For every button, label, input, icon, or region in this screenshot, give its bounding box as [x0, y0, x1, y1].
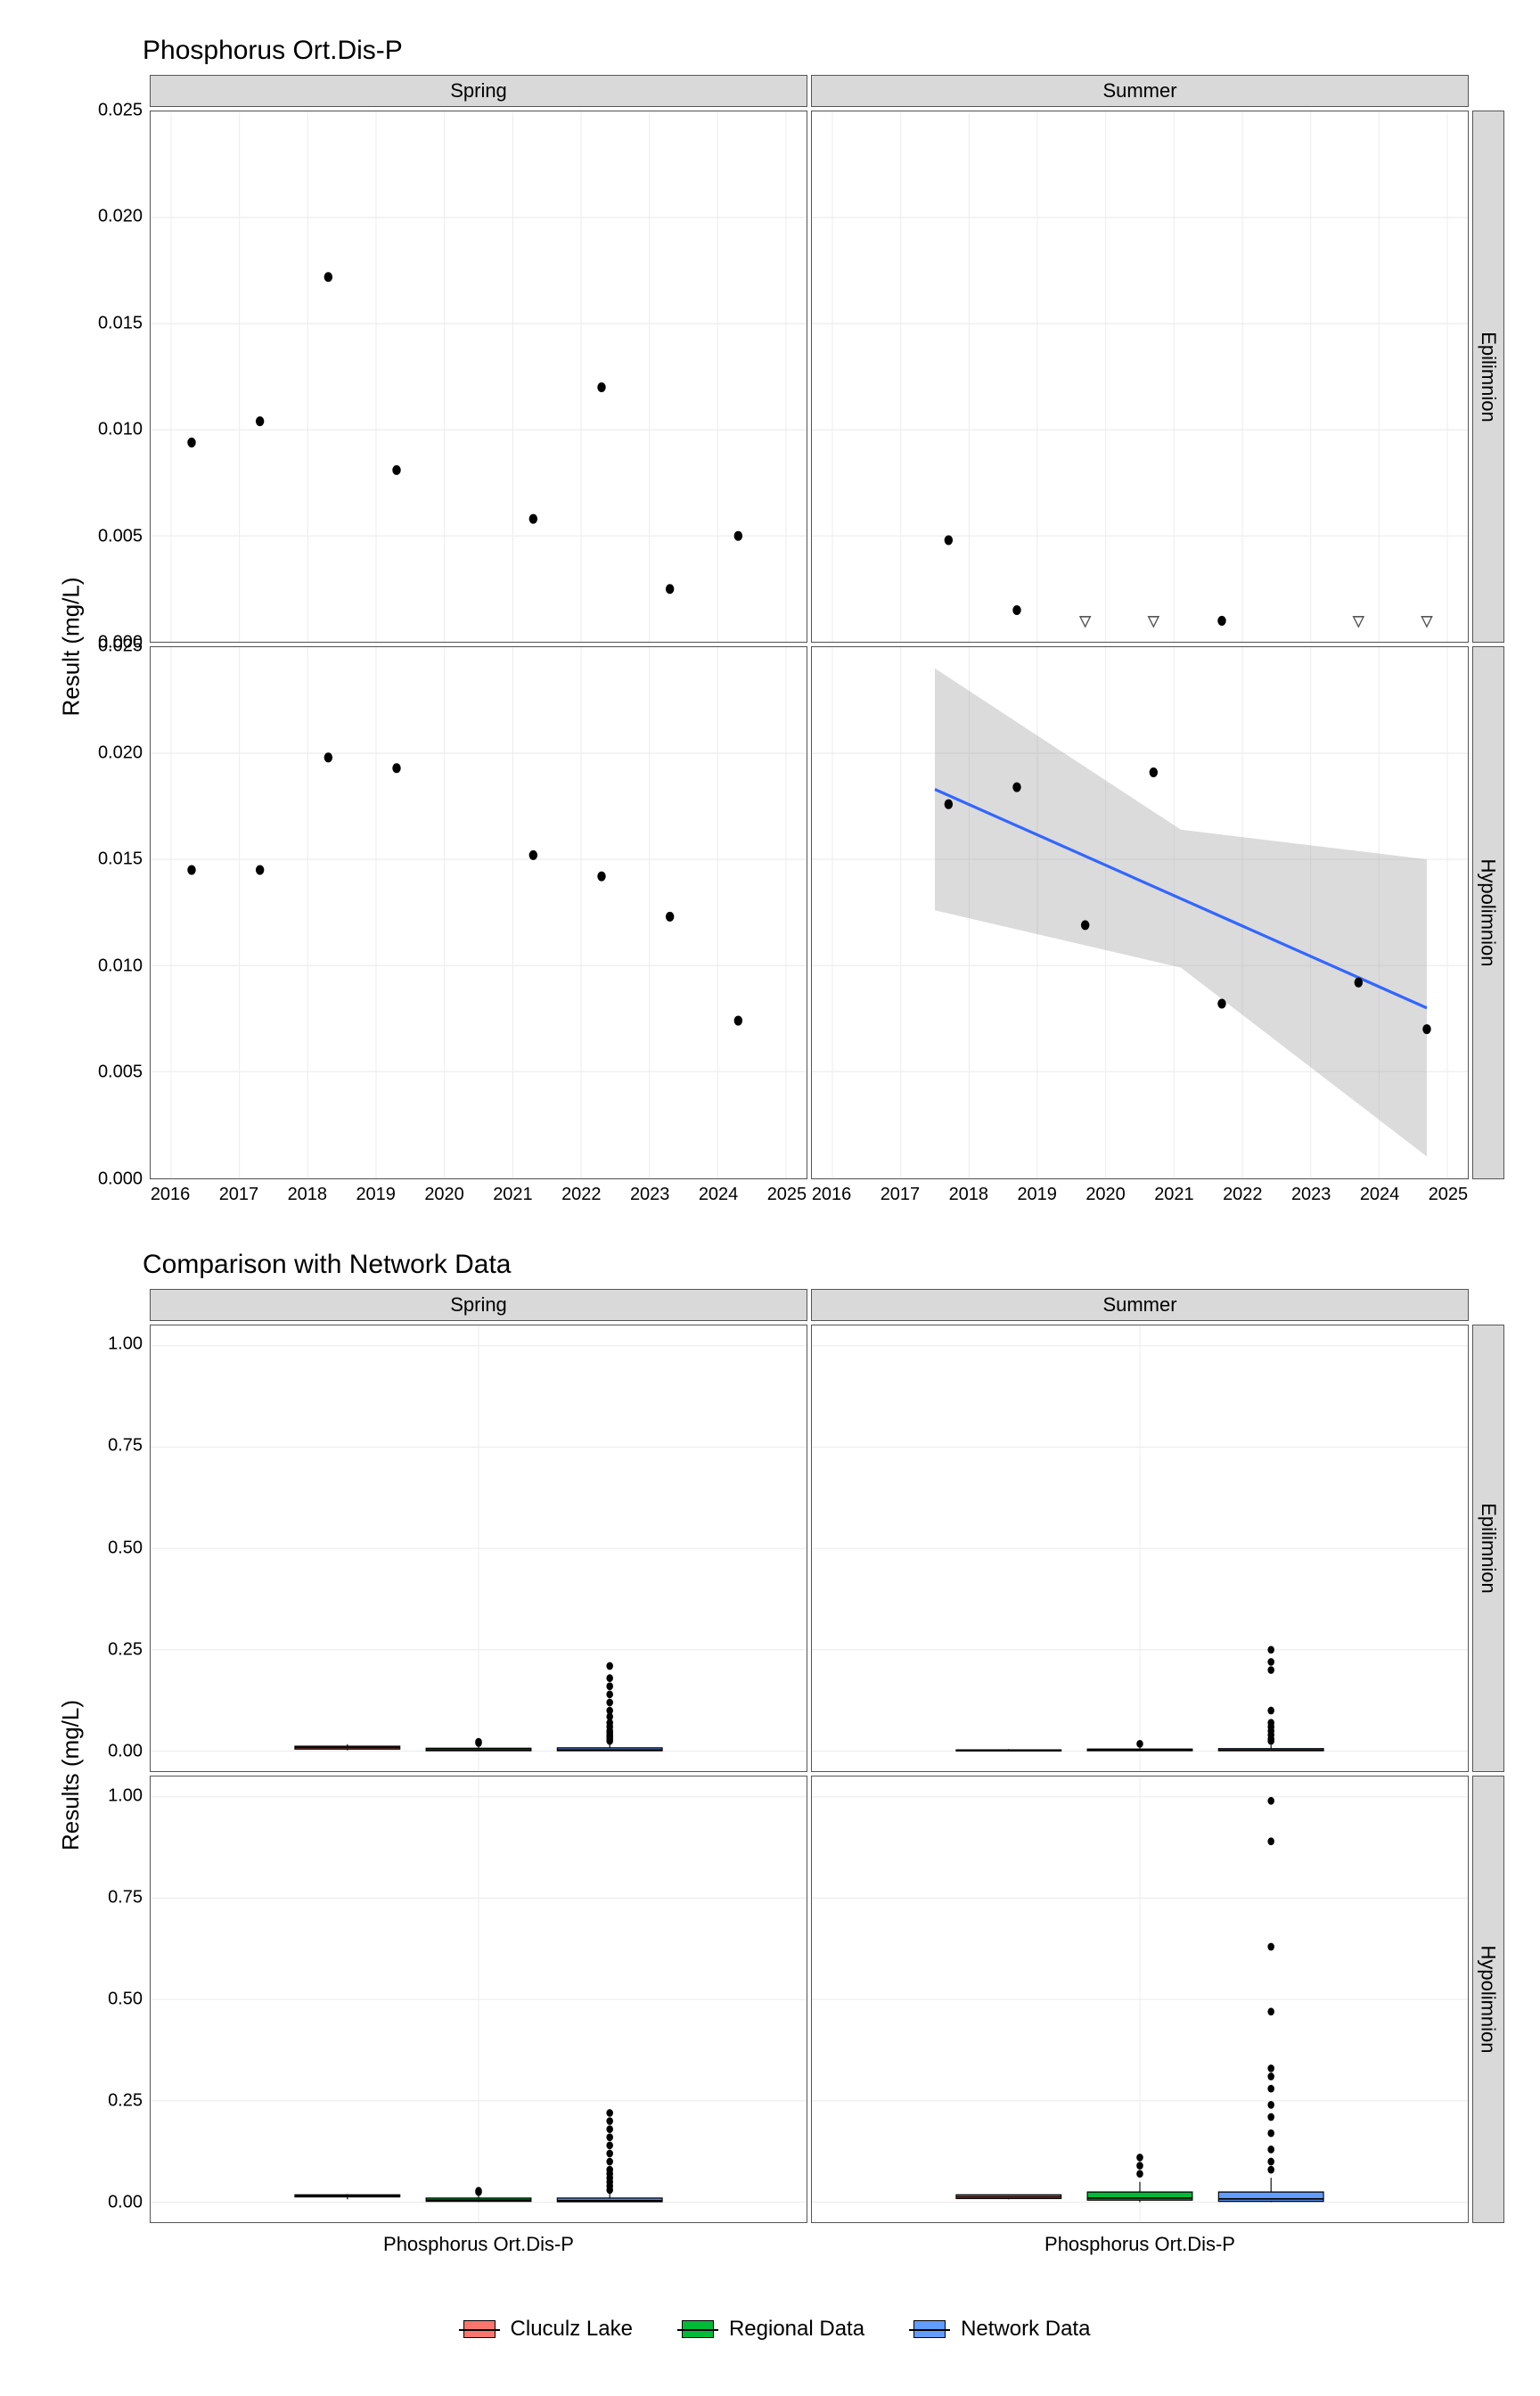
chart1-grid: Result (mg/L) Spring Summer Epilimnion H…	[45, 75, 1504, 1219]
chart2-colstrip-summer: Summer	[811, 1289, 1469, 1321]
chart1-ylabel: Result (mg/L)	[45, 75, 98, 1219]
chart2-colstrip-spring: Spring	[150, 1289, 807, 1321]
chart2-yaxis-bottom: 0.000.250.500.751.00	[102, 1776, 146, 2223]
chart2-panel-spring-hypo	[150, 1776, 807, 2223]
chart2-panel-spring-epi	[150, 1325, 807, 1772]
chart1-xaxis-right: 2016201720182019202020212022202320242025	[811, 1183, 1469, 1219]
chart1-panel-spring-epi	[150, 111, 807, 643]
chart2-panel-summer-hypo	[811, 1776, 1469, 2223]
legend-item-regional: Regional Data	[677, 2317, 864, 2342]
legend-swatch-icon	[909, 2317, 950, 2342]
legend-item-cluculz: Cluculz Lake	[459, 2317, 633, 2342]
chart2-xaxis-right: Phosphorus Ort.Dis-P	[811, 2227, 1469, 2262]
legend-swatch-icon	[677, 2317, 718, 2342]
legend: Cluculz Lake Regional Data Network Data	[45, 2289, 1504, 2369]
legend-item-network: Network Data	[909, 2317, 1090, 2342]
chart1-yaxis-top: 0.0000.0050.0100.0150.0200.025	[102, 111, 146, 643]
chart2-xaxis-left: Phosphorus Ort.Dis-P	[150, 2227, 807, 2262]
chart2-rowstrip-epi: Epilimnion	[1472, 1325, 1504, 1772]
chart1-panel-summer-hypo	[811, 646, 1469, 1178]
chart1-title: Phosphorus Ort.Dis-P	[143, 36, 1504, 66]
chart1-yaxis-bottom: 0.0000.0050.0100.0150.0200.025	[102, 646, 146, 1178]
chart1-colstrip-spring: Spring	[150, 75, 807, 107]
chart2-ylabel: Results (mg/L)	[45, 1289, 98, 2263]
chart1-rowstrip-epi: Epilimnion	[1472, 111, 1504, 643]
legend-label: Regional Data	[729, 2317, 864, 2342]
chart2-yaxis-top: 0.000.250.500.751.00	[102, 1325, 146, 1772]
chart1-colstrip-summer: Summer	[811, 75, 1469, 107]
chart2-panel-summer-epi	[811, 1325, 1469, 1772]
chart2-title: Comparison with Network Data	[143, 1250, 1504, 1280]
chart2-rowstrip-hypo: Hypolimnion	[1472, 1776, 1504, 2223]
legend-swatch-icon	[459, 2317, 500, 2342]
chart2-grid: Results (mg/L) Spring Summer Epilimnion …	[45, 1289, 1504, 2263]
legend-label: Network Data	[961, 2317, 1090, 2342]
chart1-xaxis-left: 2016201720182019202020212022202320242025	[150, 1183, 807, 1219]
chart1-panel-summer-epi	[811, 111, 1469, 643]
chart1-panel-spring-hypo	[150, 646, 807, 1178]
chart1-rowstrip-hypo: Hypolimnion	[1472, 646, 1504, 1178]
legend-label: Cluculz Lake	[511, 2317, 633, 2342]
page: Phosphorus Ort.Dis-P Result (mg/L) Sprin…	[0, 0, 1540, 2396]
